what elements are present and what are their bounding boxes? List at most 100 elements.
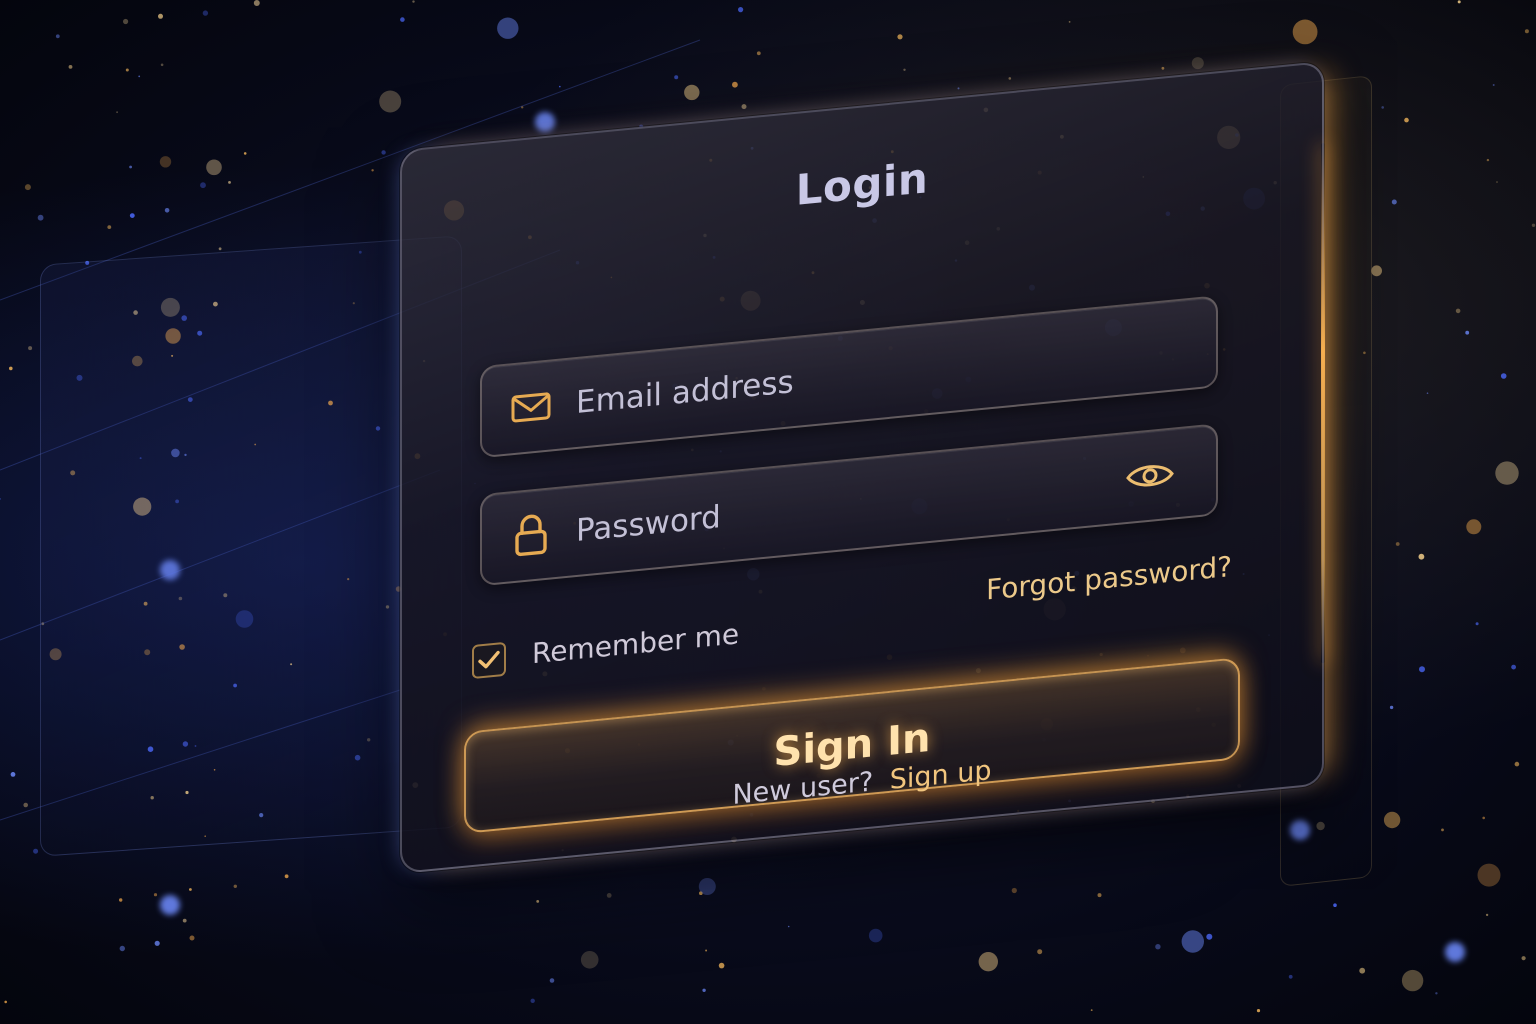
bokeh-dot [1090,1009,1093,1011]
bokeh-dot [9,366,13,371]
bokeh-dot [978,952,998,972]
bokeh-dot [284,874,289,879]
forgot-password-link[interactable]: Forgot password? [986,550,1232,607]
bokeh-dot [1482,816,1485,820]
bokeh-dot [1441,828,1444,832]
bokeh-dot [1475,622,1479,626]
bokeh-dot [1381,106,1384,109]
bokeh-dot [1477,863,1501,887]
bokeh-dot [1492,84,1495,86]
bokeh-dot [521,106,524,109]
bokeh-dot [699,891,703,895]
bokeh-dot [741,104,747,110]
bokeh-dot [412,0,415,3]
light-flare [535,112,555,132]
light-flare [1445,942,1465,962]
bokeh-dot [371,169,374,172]
bokeh-dot [1288,974,1293,979]
bokeh-dot [702,988,706,992]
bokeh-dot [182,918,187,923]
bokeh-dot [159,156,172,168]
bokeh-dot [1465,330,1470,335]
bokeh-dot [160,63,164,67]
bokeh-dot [10,772,16,777]
bokeh-dot [705,949,708,952]
bokeh-dot [868,928,883,943]
remember-me-checkbox[interactable] [472,641,506,680]
bokeh-dot [549,978,555,983]
bokeh-dot [4,1000,7,1004]
bokeh-dot [536,900,540,903]
bokeh-dot [1371,265,1382,277]
bokeh-dot [400,17,405,22]
bokeh-dot [684,84,700,101]
eye-icon[interactable] [1124,455,1176,496]
bokeh-dot [497,17,519,39]
bokeh-dot [1206,933,1213,940]
bokeh-dot [158,13,163,19]
bokeh-dot [1457,0,1461,4]
bokeh-dot [202,10,209,16]
bokeh-dot [123,18,129,25]
login-scene: Login Email address Password Remember me… [0,0,1536,1024]
bokeh-dot [129,165,133,169]
bokeh-dot [1418,553,1425,560]
bokeh-dot [68,65,73,69]
bokeh-dot [606,893,612,898]
bokeh-dot [1514,761,1520,767]
bokeh-dot [1496,181,1498,183]
bokeh-dot [1292,19,1318,45]
bokeh-dot [1181,930,1205,953]
bokeh-dot [119,945,126,952]
bokeh-dot [1097,893,1102,898]
background-panel-left [40,235,462,857]
bokeh-dot [718,962,725,969]
bokeh-dot [1391,199,1397,205]
bokeh-dot [1155,944,1161,950]
bokeh-dot [1404,117,1409,123]
bokeh-dot [0,498,1,500]
bokeh-dot [33,848,39,854]
bokeh-dot [1500,373,1507,379]
bokeh-dot [1466,519,1482,535]
bokeh-dot [253,0,260,6]
bokeh-dot [379,90,402,113]
bokeh-dot [897,34,903,40]
bokeh-dot [189,935,195,941]
bokeh-dot [138,75,141,78]
bokeh-dot [1524,29,1529,34]
bokeh-dot [228,181,231,184]
bokeh-dot [200,182,206,189]
bokeh-dot [23,802,29,808]
bokeh-dot [1521,956,1526,961]
bokeh-dot [28,346,33,351]
bokeh-dot [1068,21,1071,23]
bokeh-dot [1389,705,1394,710]
bokeh-dot [1008,77,1012,80]
bokeh-dot [1426,392,1429,395]
bokeh-dot [153,893,158,897]
bokeh-dot [218,247,222,251]
bokeh-dot [1486,158,1490,162]
bokeh-dot [787,925,790,928]
login-card: Login Email address Password Remember me… [400,61,1324,874]
bokeh-dot [1511,664,1516,670]
bokeh-dot [1395,542,1400,546]
bokeh-dot [1333,903,1337,907]
login-title: Login [795,153,929,215]
bokeh-dot [1455,308,1461,314]
bokeh-dot [1256,1009,1261,1013]
bokeh-dot [903,68,906,72]
bokeh-dot [1531,223,1536,227]
bokeh-dot [530,998,535,1003]
bokeh-dot [732,81,738,88]
bokeh-dot [164,208,170,213]
bokeh-dot [206,159,222,176]
bokeh-dot [580,951,599,969]
bokeh-dot [957,87,960,90]
bokeh-dot [189,888,192,891]
remember-me-label[interactable]: Remember me [532,617,739,670]
bokeh-dot [119,898,123,902]
bokeh-dot [698,878,716,895]
light-flare [160,895,180,915]
